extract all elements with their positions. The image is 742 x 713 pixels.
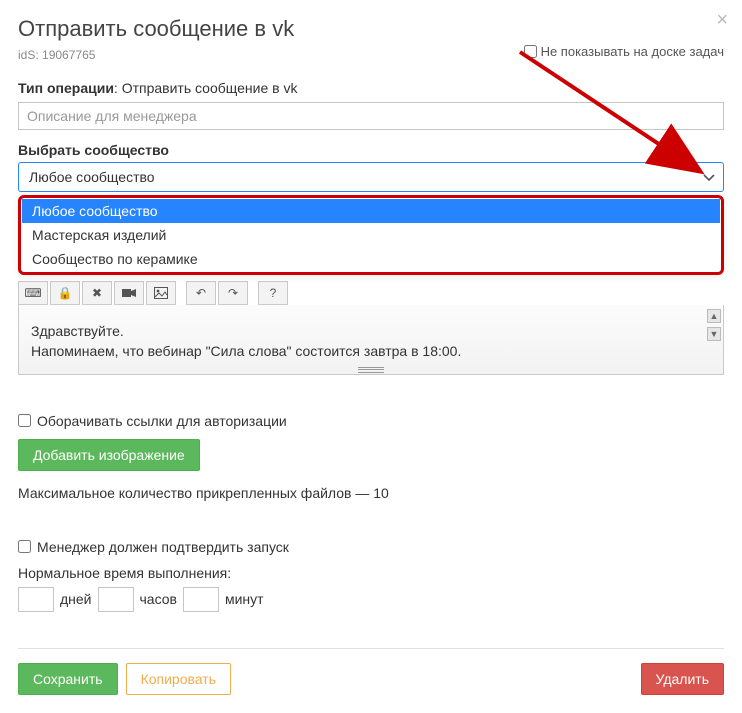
manager-confirm-label: Менеджер должен подтвердить запуск [37,539,289,555]
wrap-links-row[interactable]: Оборачивать ссылки для авторизации [18,413,724,429]
lock-icon[interactable]: 🔒 [50,281,80,305]
copy-button[interactable]: Копировать [126,663,231,695]
hours-input[interactable] [98,587,134,612]
ids-value: 19067765 [42,48,95,62]
message-content[interactable]: Здравствуйте. Напоминаем, что вебинар "С… [31,321,711,362]
message-editor[interactable]: Здравствуйте. Напоминаем, что вебинар "С… [18,305,724,375]
hide-on-board-checkbox[interactable] [524,45,537,58]
hours-unit: часов [140,591,177,607]
close-icon[interactable]: × [716,10,728,30]
modal-title: Отправить сообщение в vk [18,16,724,42]
minutes-input[interactable] [183,587,219,612]
manager-confirm-row[interactable]: Менеджер должен подтвердить запуск [18,539,724,555]
community-label: Выбрать сообщество [18,142,724,158]
normal-time-label: Нормальное время выполнения: [18,565,724,581]
add-image-button[interactable]: Добавить изображение [18,439,200,471]
manager-description-input[interactable] [18,102,724,130]
editor-toolbar: ⌨ 🔒 ✖ ↶ ↷ ? [18,281,724,305]
community-selected-value: Любое сообщество [29,169,155,185]
undo-icon[interactable]: ↶ [186,281,216,305]
community-option-workshop[interactable]: Мастерская изделий [22,223,720,247]
hide-on-board-label: Не показывать на доске задач [541,44,724,59]
message-line-2: Напоминаем, что вебинар "Сила слова" сос… [31,341,711,361]
operation-type-label: Тип операции [18,80,114,96]
image-icon[interactable] [146,281,176,305]
days-input[interactable] [18,587,54,612]
days-unit: дней [60,591,92,607]
scroll-up-icon[interactable]: ▲ [707,309,721,323]
hide-on-board-row[interactable]: Не показывать на доске задач [524,44,724,59]
modal-dialog: × Отправить сообщение в vk idS: 19067765… [0,0,742,713]
manager-confirm-checkbox[interactable] [18,540,31,553]
redo-icon[interactable]: ↷ [218,281,248,305]
community-select[interactable]: Любое сообщество [18,162,724,192]
video-icon[interactable] [114,281,144,305]
chevron-down-icon [703,169,715,185]
help-icon[interactable]: ? [258,281,288,305]
ids-label: idS: [18,48,39,62]
community-option-ceramics[interactable]: Сообщество по керамике [22,247,720,271]
keyboard-icon[interactable]: ⌨ [18,281,48,305]
save-button[interactable]: Сохранить [18,663,118,695]
community-dropdown: Любое сообщество Мастерская изделий Сооб… [18,195,724,275]
message-line-1: Здравствуйте. [31,321,711,341]
footer-divider [18,648,724,649]
time-inputs-row: дней часов минут [18,587,724,612]
operation-type-value: Отправить сообщение в vk [122,80,298,96]
operation-type-row: Тип операции: Отправить сообщение в vk [18,80,724,96]
resize-handle-icon[interactable] [358,367,384,373]
delete-button[interactable]: Удалить [641,663,724,695]
clear-icon[interactable]: ✖ [82,281,112,305]
scroll-down-icon[interactable]: ▼ [707,327,721,341]
community-option-any[interactable]: Любое сообщество [22,199,720,223]
minutes-unit: минут [225,591,264,607]
max-files-note: Максимальное количество прикрепленных фа… [18,485,724,501]
modal-footer: Сохранить Копировать Удалить [18,663,724,695]
wrap-links-checkbox[interactable] [18,414,31,427]
wrap-links-label: Оборачивать ссылки для авторизации [37,413,287,429]
